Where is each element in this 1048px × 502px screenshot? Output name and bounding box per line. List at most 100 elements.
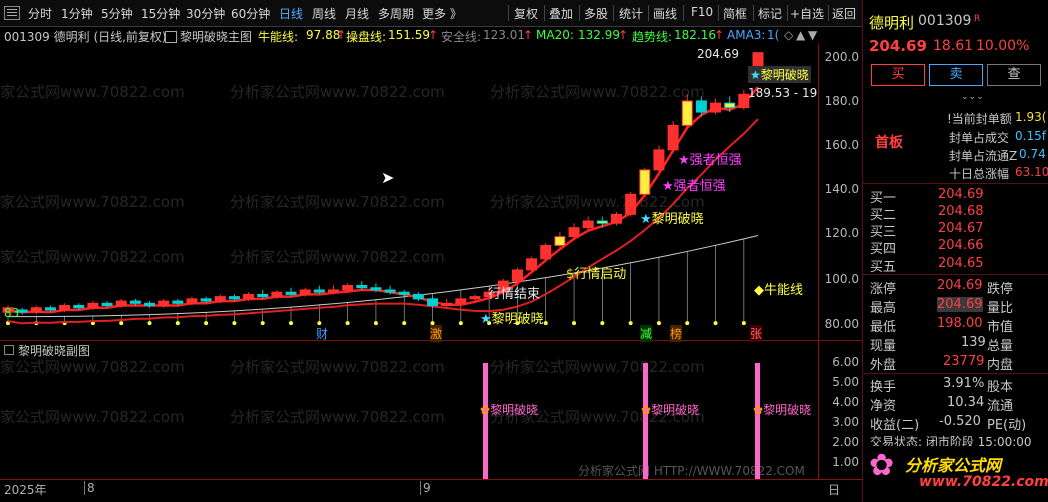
period-tab-multi[interactable]: 多周期 (378, 5, 414, 22)
ama-value: 1( (767, 28, 780, 42)
panel-divider (863, 183, 1048, 184)
candle-body (172, 300, 184, 304)
candle-body (228, 296, 240, 300)
candle-body (511, 269, 523, 282)
overlay-button[interactable]: 叠加 (549, 5, 573, 22)
badge-jian: 减 (640, 325, 653, 342)
toolbar-divider (828, 5, 829, 21)
period-tab-fenshi[interactable]: 分时 (28, 5, 52, 22)
seal-label: 十日总涨幅 (949, 167, 1010, 181)
period-tab-5min[interactable]: 5分钟 (101, 5, 133, 22)
low-price-label: 83 (4, 306, 20, 320)
r-badge: R (974, 14, 981, 24)
candle-body (469, 296, 481, 300)
signal-bar (755, 363, 760, 479)
period-tab-30min[interactable]: 30分钟 (186, 5, 225, 22)
panel-divider (863, 373, 1048, 374)
expand-icon[interactable]: ◇ (784, 28, 793, 42)
sub-signal-label: ✿黎明破晓 (480, 401, 538, 418)
quote-value: 23779 (943, 354, 985, 369)
niuneng-dot (260, 321, 265, 326)
bid-price: 204.67 (938, 221, 984, 236)
niuneng-dot (741, 321, 746, 326)
seal-value: 63.10 (1015, 165, 1048, 179)
period-tab-daily[interactable]: 日线 (279, 5, 303, 22)
stat-label: 股本 (987, 380, 1014, 395)
quote-value: 204.69 (937, 297, 983, 312)
candle-body (568, 227, 580, 238)
period-tab-weekly[interactable]: 周线 (312, 5, 336, 22)
toolbar-divider (718, 5, 719, 21)
draw-line-button[interactable]: 画线 (653, 5, 677, 22)
period-tab-60min[interactable]: 60分钟 (231, 5, 270, 22)
bid-label: 买四 (870, 242, 897, 257)
trend-start-label: $行情启动 (566, 263, 626, 282)
indicator-info-bar: 001309 德明利 (日线,前复权) 黎明破晓主图 牛能线: 97.88 ↑ … (0, 27, 862, 44)
niuneng-dot (373, 321, 378, 326)
niuneng-dot (119, 321, 124, 326)
candle-body (398, 291, 410, 295)
collapse-icon[interactable] (4, 345, 14, 355)
stats-button[interactable]: 统计 (619, 5, 643, 22)
signal-bar (483, 363, 488, 479)
trend-label: 趋势线: (632, 30, 673, 44)
f10-button[interactable]: F10 (691, 5, 713, 19)
ma-line-fast (7, 86, 759, 314)
simple-frame-button[interactable]: 简框 (723, 5, 747, 22)
sub-signal-label: ✿黎明破晓 (641, 401, 699, 418)
limno-top-label: ★黎明破晓 (748, 66, 811, 83)
scroll-up-icon[interactable]: ▲ (796, 28, 805, 42)
niuneng-dot (572, 321, 577, 326)
toolbar-divider (508, 5, 509, 21)
trend-value: 182.16 (674, 28, 716, 42)
buy-button[interactable]: 买 (871, 64, 925, 86)
period-tab-1min[interactable]: 1分钟 (61, 5, 93, 22)
candle-body (540, 244, 552, 260)
limno-mid-text: 黎明破晓 (651, 212, 704, 227)
candle-body (596, 220, 608, 224)
strong-label-2: ★强者恒强 (662, 179, 726, 194)
sell-button[interactable]: 卖 (929, 64, 983, 86)
stat-label: 净资 (870, 399, 897, 414)
fuquan-button[interactable]: 复权 (514, 5, 538, 22)
sub-chart-name: 黎明破晓副图 (18, 344, 91, 358)
add-watchlist-button[interactable]: +自选 (790, 5, 824, 22)
date-axis: 2025年 8 9 日 (0, 479, 862, 500)
candle-body (526, 258, 538, 271)
back-button[interactable]: 返回 (832, 5, 856, 22)
seal-value: 0.74 (1019, 147, 1046, 161)
logo-text: 分析家公式网 (905, 456, 1002, 475)
sub-signal-label: ✿黎明破晓 (753, 401, 811, 418)
price-change: 18.61 (933, 38, 974, 54)
candle-body (710, 102, 722, 113)
price-pct: 10.00% (976, 38, 1030, 54)
mouse-cursor-icon: ➤ (381, 168, 395, 187)
candle-body (639, 169, 651, 195)
candle-body (724, 102, 736, 109)
query-button[interactable]: 查 (987, 64, 1041, 86)
indicator-box-icon[interactable] (165, 31, 177, 43)
niuneng-label: ◆牛能线 (754, 279, 803, 298)
badge-zhang: 张 (750, 325, 763, 342)
price-tick: 160.0 (824, 138, 859, 152)
candle-body (327, 289, 339, 293)
main-price-axis: 200.0 180.0 160.0 140.0 120.0 100.0 80.0… (818, 44, 863, 340)
collapse-arrows-icon[interactable]: ⌄⌄⌄ (961, 92, 984, 102)
period-tab-15min[interactable]: 15分钟 (141, 5, 180, 22)
menu-icon[interactable] (4, 6, 20, 20)
stat-label: 收益(二) (870, 418, 920, 433)
period-tab-more[interactable]: 更多 》 (422, 5, 462, 22)
niuneng-dot (600, 321, 605, 326)
multi-stock-button[interactable]: 多股 (584, 5, 608, 22)
value-tick: 2.00 (832, 435, 859, 449)
indicator-name[interactable]: 黎明破晓主图 (180, 28, 252, 45)
candle-body (427, 298, 439, 307)
bid-price: 204.65 (938, 256, 984, 271)
period-tab-monthly[interactable]: 月线 (345, 5, 369, 22)
mark-button[interactable]: 标记 (758, 5, 782, 22)
candle-body (129, 300, 141, 304)
stock-title: 001309 德明利 (日线,前复权) (4, 30, 167, 44)
scroll-down-icon[interactable]: ▼ (808, 28, 817, 42)
candle-body (59, 305, 71, 311)
sub-chart-title[interactable]: 黎明破晓副图 (4, 342, 90, 359)
